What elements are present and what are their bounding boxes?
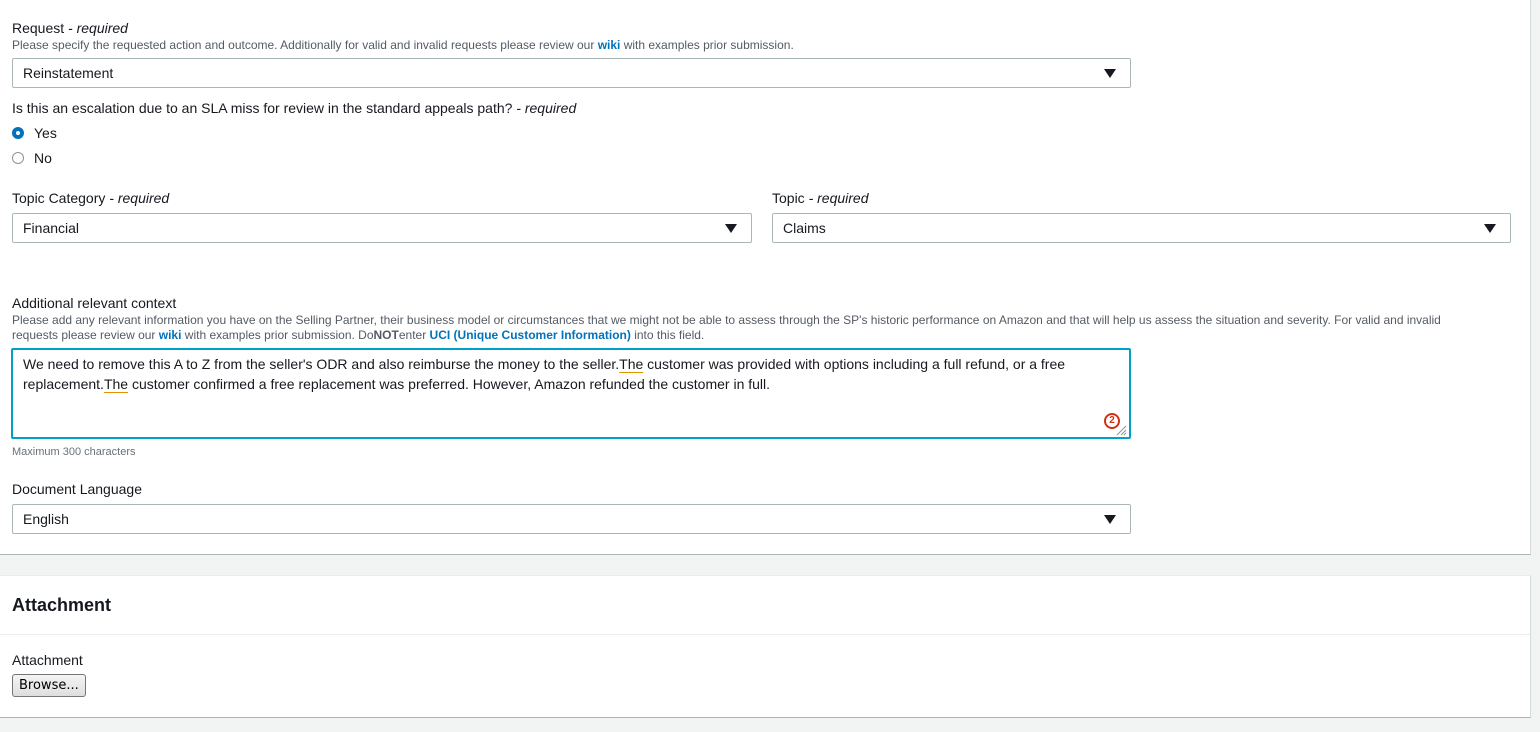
topic-category-label-text: Topic Category: [12, 190, 106, 206]
request-label: Request - required: [12, 19, 128, 37]
request-hint-text: Please specify the requested action and …: [12, 38, 598, 52]
context-hint-enter: enter: [398, 328, 430, 342]
context-hint-mid: with examples prior submission. Do: [181, 328, 374, 342]
topic-category-value: Financial: [23, 220, 80, 236]
document-language-label: Document Language: [12, 480, 142, 498]
request-label-text: Request: [12, 20, 65, 36]
escalation-question-text: Is this an escalation due to an SLA miss…: [12, 100, 513, 116]
context-textarea[interactable]: We need to remove this A to Z from the s…: [11, 348, 1131, 439]
resize-grip-icon[interactable]: [1115, 424, 1127, 436]
chevron-down-icon: [1104, 69, 1116, 78]
topic-label-text: Topic: [772, 190, 805, 206]
spellcheck-word: The: [619, 356, 644, 372]
chevron-down-icon: [725, 224, 737, 233]
attachment-field-label: Attachment: [12, 652, 83, 668]
attachment-panel: Attachment Attachment: [0, 575, 1531, 718]
chevron-down-icon: [1484, 224, 1496, 233]
context-wiki-link[interactable]: wiki: [159, 328, 182, 342]
topic-select[interactable]: Claims: [772, 213, 1511, 243]
topic-label: Topic - required: [772, 189, 869, 207]
topic-category-select[interactable]: Financial: [12, 213, 752, 243]
radio-label-yes: Yes: [34, 125, 57, 141]
radio-selected-icon[interactable]: [12, 127, 24, 140]
context-hint-prefix: requests please review our: [12, 328, 159, 342]
required-marker: - required: [804, 190, 869, 206]
document-language-value: English: [23, 511, 69, 527]
request-wiki-link[interactable]: wiki: [598, 38, 621, 52]
topic-category-label: Topic Category - required: [12, 189, 169, 207]
radio-unselected-icon[interactable]: [12, 152, 24, 165]
required-marker: - required: [105, 190, 170, 206]
document-language-label-text: Document Language: [12, 481, 142, 497]
request-select[interactable]: Reinstatement: [12, 58, 1131, 88]
required-marker: - required: [64, 20, 128, 36]
request-hint: Please specify the requested action and …: [12, 38, 794, 53]
max-characters-note: Maximum 300 characters: [12, 446, 136, 458]
required-marker: - required: [512, 100, 577, 116]
document-language-select[interactable]: English: [12, 504, 1131, 534]
context-label-text: Additional relevant context: [12, 295, 177, 311]
request-hint-suffix: with examples prior submission.: [620, 38, 794, 52]
escalation-question: Is this an escalation due to an SLA miss…: [12, 99, 576, 117]
context-text-part1: We need to remove this A to Z from the s…: [23, 356, 620, 372]
topic-value: Claims: [783, 220, 826, 236]
context-text-part3: customer confirmed a free replacement wa…: [128, 376, 771, 392]
context-hint-line2: requests please review our wiki with exa…: [12, 328, 704, 343]
request-select-value: Reinstatement: [23, 65, 114, 81]
context-label: Additional relevant context: [12, 294, 176, 312]
context-hint-suffix: into this field.: [630, 328, 705, 342]
browse-button[interactable]: Browse...: [12, 674, 86, 697]
chevron-down-icon: [1104, 515, 1116, 524]
context-hint-text: Please add any relevant information you …: [12, 313, 1441, 327]
section-divider: [0, 634, 1530, 635]
form-panel: Request - required Please specify the re…: [0, 0, 1531, 555]
spellcheck-word: The: [103, 376, 129, 392]
context-hint-line1: Please add any relevant information you …: [12, 313, 1441, 328]
radio-option-no[interactable]: No: [12, 149, 52, 167]
attachment-section-title: Attachment: [12, 595, 112, 615]
uci-link[interactable]: UCI (Unique Customer Information): [430, 328, 631, 342]
radio-label-no: No: [34, 150, 52, 166]
context-hint-not: NOT: [373, 328, 399, 342]
radio-option-yes[interactable]: Yes: [12, 124, 57, 142]
